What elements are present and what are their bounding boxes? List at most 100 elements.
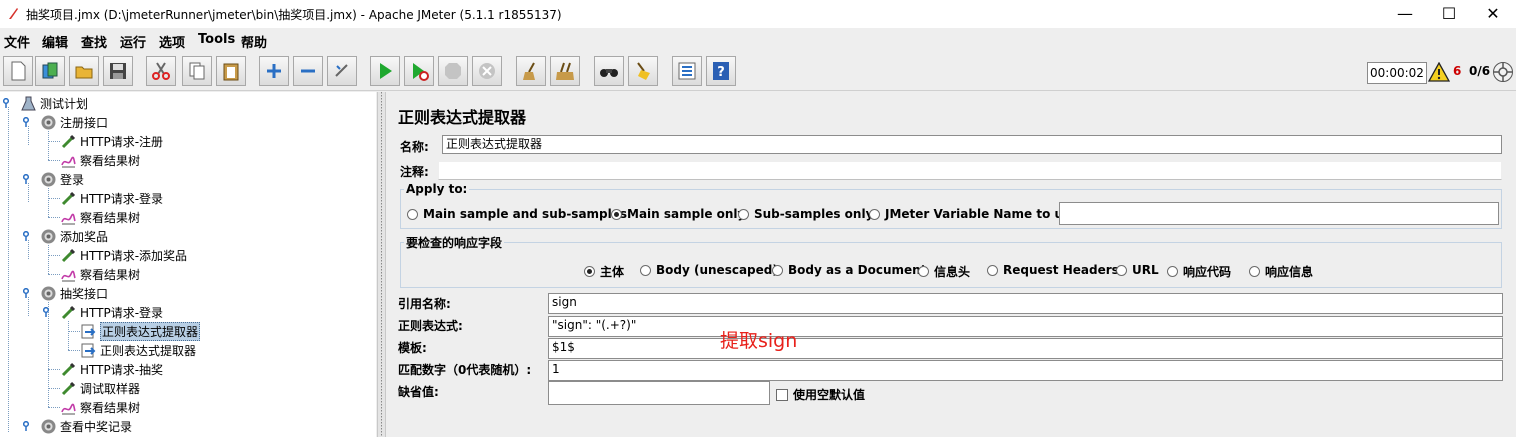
stop-button[interactable] xyxy=(438,56,468,86)
search-button[interactable] xyxy=(594,56,624,86)
clear-button[interactable] xyxy=(516,56,546,86)
menu-options[interactable]: 选项 xyxy=(159,32,185,51)
template-field[interactable]: $1$ xyxy=(548,338,1503,359)
copy-icon xyxy=(189,62,205,80)
tree-node-threadgroup[interactable]: 添加奖品 xyxy=(40,227,108,246)
expand-button[interactable] xyxy=(259,56,289,86)
close-button[interactable]: ✕ xyxy=(1470,0,1516,28)
tree-node-sampler[interactable]: HTTP请求-添加奖品 xyxy=(60,246,187,265)
regex-field[interactable]: "sign": "(.+?)" xyxy=(548,316,1503,337)
tree-node-sampler[interactable]: HTTP请求-抽奖 xyxy=(60,360,163,379)
window-title: 抽奖项目.jmx (D:\jmeterRunner\jmeter\bin\抽奖项… xyxy=(26,8,562,22)
save-icon xyxy=(110,63,126,79)
menu-edit[interactable]: 编辑 xyxy=(42,32,68,51)
play-icon xyxy=(380,63,392,79)
start-button[interactable] xyxy=(370,56,400,86)
stop-icon xyxy=(445,63,461,79)
minimize-button[interactable]: — xyxy=(1382,0,1428,28)
shutdown-button[interactable] xyxy=(472,56,502,86)
check-body-unescaped-radio[interactable]: Body (unescaped) xyxy=(640,263,778,277)
apply-variable-radio[interactable]: JMeter Variable Name to use xyxy=(869,207,1078,221)
save-button[interactable] xyxy=(103,56,133,86)
tree-node-sampler[interactable]: HTTP请求-登录 xyxy=(60,189,163,208)
tree-node-threadgroup[interactable]: 注册接口 xyxy=(40,113,108,132)
paste-button[interactable] xyxy=(216,56,246,86)
collapse-toggle-icon[interactable] xyxy=(23,231,33,241)
menu-run[interactable]: 运行 xyxy=(120,32,146,51)
collapse-button[interactable] xyxy=(293,56,323,86)
toggle-icon xyxy=(335,64,348,77)
broom-reset-icon xyxy=(637,62,650,80)
copy-button[interactable] xyxy=(182,56,212,86)
collapse-toggle-icon[interactable] xyxy=(43,307,53,317)
check-response-code-radio[interactable]: 响应代码 xyxy=(1167,263,1231,280)
regex-extractor-panel: 正则表达式提取器 名称: 正则表达式提取器 注释: Apply to: Main… xyxy=(387,92,1516,437)
name-label: 名称: xyxy=(400,140,429,154)
tree-node-extractor-selected[interactable]: 正则表达式提取器 xyxy=(80,322,201,341)
warning-icon[interactable] xyxy=(1428,62,1450,82)
tree-node-listener[interactable]: 察看结果树 xyxy=(60,208,140,227)
apply-sub-only-radio[interactable]: Sub-samples only xyxy=(738,207,873,221)
graph-icon xyxy=(61,270,76,282)
menu-help[interactable]: 帮助 xyxy=(241,32,267,51)
check-body-radio[interactable]: 主体 xyxy=(584,263,624,280)
apply-to-title: Apply to: xyxy=(404,182,470,196)
check-url-radio[interactable]: URL xyxy=(1116,263,1159,277)
collapse-toggle-icon[interactable] xyxy=(23,288,33,298)
menu-tools[interactable]: Tools xyxy=(198,32,235,47)
tree-node-listener[interactable]: 察看结果树 xyxy=(60,265,140,284)
use-empty-default-checkbox[interactable]: 使用空默认值 xyxy=(776,386,865,403)
menu-file[interactable]: 文件 xyxy=(4,32,30,51)
maximize-button[interactable]: ☐ xyxy=(1426,0,1472,28)
check-body-as-document-radio[interactable]: Body as a Document xyxy=(772,263,926,277)
check-headers-radio[interactable]: 信息头 xyxy=(918,263,970,280)
tree-node-sampler[interactable]: 调试取样器 xyxy=(60,379,140,398)
collapse-toggle-icon[interactable] xyxy=(23,421,33,431)
tree-node-threadgroup[interactable]: 登录 xyxy=(40,170,84,189)
new-button[interactable] xyxy=(3,56,33,86)
pipette-icon xyxy=(61,362,76,377)
graph-icon xyxy=(61,403,76,415)
default-value-field[interactable] xyxy=(548,381,770,405)
reset-search-button[interactable] xyxy=(628,56,658,86)
open-button[interactable] xyxy=(69,56,99,86)
tree-node-threadgroup[interactable]: 抽奖接口 xyxy=(40,284,108,303)
help-button[interactable]: ? xyxy=(706,56,736,86)
toggle-button[interactable] xyxy=(327,56,357,86)
tree-node-sampler[interactable]: HTTP请求-注册 xyxy=(60,132,163,151)
apply-main-and-sub-radio[interactable]: Main sample and sub-samples xyxy=(407,207,627,221)
cut-button[interactable] xyxy=(146,56,176,86)
toolbar: ? 00:00:02 6 0/6 xyxy=(0,54,1516,91)
collapse-toggle-icon[interactable] xyxy=(23,117,33,127)
start-no-pause-button[interactable] xyxy=(404,56,434,86)
tree-node-threadgroup[interactable]: 查看中奖记录 xyxy=(40,417,132,436)
name-field[interactable]: 正则表达式提取器 xyxy=(442,135,1502,154)
collapse-toggle-icon[interactable] xyxy=(23,174,33,184)
ref-name-field[interactable]: sign xyxy=(548,293,1503,314)
minus-icon xyxy=(301,69,315,73)
cut-icon xyxy=(152,62,170,80)
collapse-toggle-icon[interactable] xyxy=(3,98,13,108)
split-pane-divider[interactable] xyxy=(377,92,386,437)
function-helper-button[interactable] xyxy=(672,56,702,86)
gear-icon xyxy=(41,286,56,301)
check-request-headers-radio[interactable]: Request Headers xyxy=(987,263,1119,277)
variable-name-field[interactable] xyxy=(1059,202,1499,225)
comment-field[interactable] xyxy=(438,161,1502,180)
annotation-text: 提取sign xyxy=(720,330,798,352)
tree-node-test-plan[interactable]: 测试计划 xyxy=(20,94,88,113)
template-label: 模板: xyxy=(398,341,427,355)
match-no-field[interactable]: 1 xyxy=(548,360,1503,381)
templates-button[interactable] xyxy=(35,56,65,86)
templates-icon xyxy=(42,62,58,79)
clear-all-button[interactable] xyxy=(550,56,580,86)
tree-node-listener[interactable]: 察看结果树 xyxy=(60,151,140,170)
tree-node-listener[interactable]: 察看结果树 xyxy=(60,398,140,417)
open-icon xyxy=(75,66,93,79)
apply-main-only-radio[interactable]: Main sample only xyxy=(611,207,745,221)
check-response-message-radio[interactable]: 响应信息 xyxy=(1249,263,1313,280)
gear-icon xyxy=(41,115,56,130)
tree-node-sampler[interactable]: HTTP请求-登录 xyxy=(60,303,163,322)
tree-node-extractor[interactable]: 正则表达式提取器 xyxy=(80,341,196,360)
menu-search[interactable]: 查找 xyxy=(81,32,107,51)
